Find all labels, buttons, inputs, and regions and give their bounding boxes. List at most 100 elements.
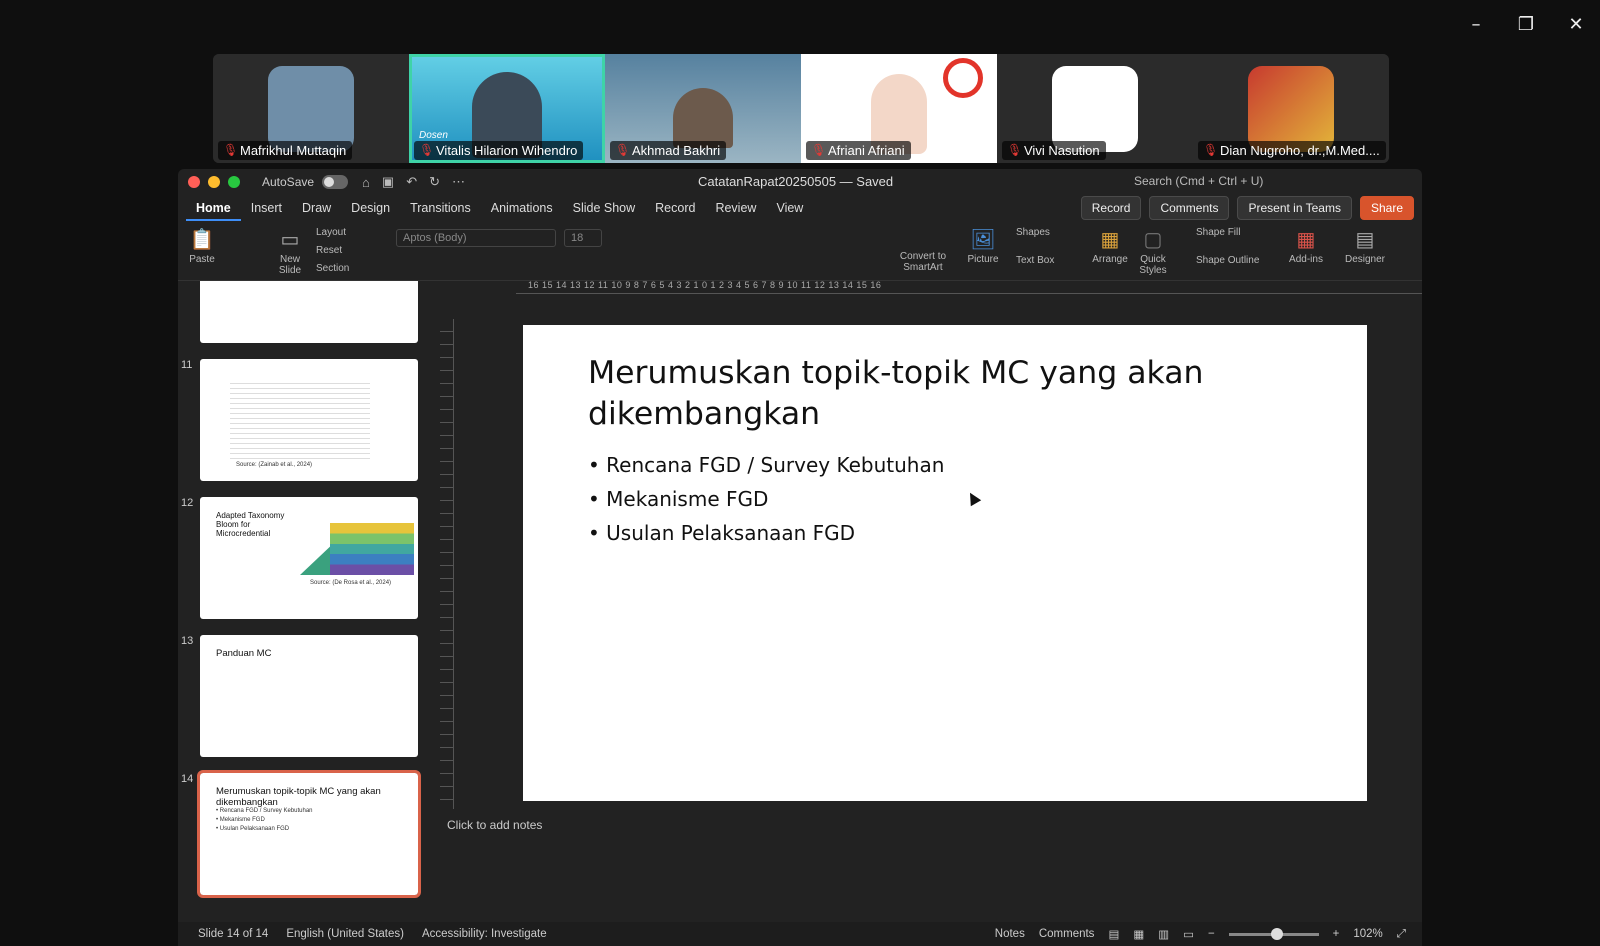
present-in-teams-button[interactable]: Present in Teams — [1237, 196, 1352, 220]
reset-button[interactable]: Reset — [316, 245, 342, 256]
share-button[interactable]: Share — [1359, 196, 1414, 220]
convert-smartart-button[interactable]: Convert to SmartArt — [898, 251, 948, 273]
quick-styles-label: Quick Styles — [1139, 254, 1167, 276]
slide-canvas[interactable]: Merumuskan topik-topik MC yang akan dike… — [523, 325, 1367, 801]
tab-record[interactable]: Record — [645, 195, 705, 221]
undo-icon[interactable]: ↶ — [406, 174, 417, 190]
tab-animations[interactable]: Animations — [481, 195, 563, 221]
participant-tile[interactable]: 🎙 Afriani Afriani — [801, 54, 997, 163]
quick-styles-icon: ▢ — [1143, 229, 1163, 251]
ribbon-home: 📋 Paste ▭ New Slide Layout Reset Section A… — [178, 221, 1422, 281]
slide-thumbnail[interactable]: Panduan MC — [200, 635, 418, 757]
mic-muted-icon: 🎙 — [419, 143, 435, 157]
status-right: Notes Comments ▤ ▦ ▥ ▭ − + 102% ⤢ — [995, 927, 1406, 941]
minimize-icon[interactable]: – — [1462, 10, 1490, 38]
notes-placeholder[interactable]: Click to add notes — [447, 818, 542, 832]
more-icon[interactable]: ⋯ — [452, 174, 465, 190]
shape-outline-button[interactable]: Shape Outline — [1196, 255, 1259, 266]
participant-tile[interactable]: 🎙 Akhmad Bakhri — [605, 54, 801, 163]
new-slide-button[interactable]: ▭ New Slide — [270, 227, 310, 276]
slide-title[interactable]: Merumuskan topik-topik MC yang akan dike… — [588, 353, 1308, 435]
normal-view-icon[interactable]: ▤ — [1108, 927, 1119, 941]
shape-outline-label: Shape Outline — [1196, 255, 1260, 266]
arrange-button[interactable]: ▦ Arrange — [1090, 227, 1130, 265]
shape-fill-button[interactable]: Shape Fill — [1196, 227, 1240, 238]
autosave-toggle[interactable] — [322, 175, 349, 189]
restore-icon[interactable]: ❐ — [1512, 10, 1540, 38]
designer-icon: ▤ — [1355, 229, 1375, 251]
slide-thumbnail-selected[interactable]: Merumuskan topik-topik MC yang akan dike… — [197, 770, 421, 898]
tab-review[interactable]: Review — [705, 195, 766, 221]
thumbnail-bullet: • Mekanisme FGD — [216, 817, 265, 823]
section-label: Section — [316, 263, 350, 274]
tab-insert[interactable]: Insert — [241, 195, 292, 221]
reading-view-icon[interactable]: ▥ — [1158, 927, 1169, 941]
participant-tile[interactable]: 🎙 Dian Nugroho, dr.,M.Med.... — [1193, 54, 1389, 163]
notes-button[interactable]: Notes — [995, 928, 1025, 940]
text-box-label: Text Box — [1016, 255, 1055, 266]
tab-home[interactable]: Home — [186, 195, 241, 221]
slide-thumbnail[interactable] — [200, 281, 418, 343]
slide-thumbnail[interactable]: Adapted Taxonomy Bloom for Microcredenti… — [200, 497, 418, 619]
thumbnail-bullet: • Usulan Pelaksanaan FGD — [216, 826, 290, 832]
save-icon[interactable]: ▣ — [382, 174, 394, 190]
slide-bullets[interactable]: Rencana FGD / Survey Kebutuhan Mekanisme… — [588, 453, 944, 555]
thumbnail-source: Source: (Zainab et al., 2024) — [236, 462, 313, 468]
record-button[interactable]: Record — [1080, 196, 1142, 220]
tab-view[interactable]: View — [766, 195, 813, 221]
zoom-slider[interactable] — [1228, 927, 1319, 940]
comments-status-button[interactable]: Comments — [1039, 928, 1095, 940]
horizontal-ruler: 16 15 14 13 12 11 10 9 8 7 6 5 4 3 2 1 0… — [516, 280, 1422, 294]
tab-slide-show[interactable]: Slide Show — [563, 195, 646, 221]
participant-name: Vitalis Hilarion Wihendro — [414, 141, 584, 160]
accessibility-indicator[interactable]: Accessibility: Investigate — [422, 928, 547, 940]
slide-thumbnail[interactable]: Source: (Zainab et al., 2024) — [200, 359, 418, 481]
zoom-window-icon[interactable] — [228, 176, 240, 188]
shapes-button[interactable]: Shapes — [1016, 227, 1050, 238]
slide-sorter-icon[interactable]: ▦ — [1133, 927, 1144, 941]
participant-tile[interactable]: Dosen 🎙 Vitalis Hilarion Wihendro — [409, 54, 605, 163]
status-bar: Slide 14 of 14 English (United States) A… — [178, 922, 1422, 946]
tab-draw[interactable]: Draw — [292, 195, 341, 221]
thumbnail-title: Merumuskan topik-topik MC yang akan dike… — [216, 786, 381, 808]
document-title[interactable]: CatatanRapat20250505 — Saved — [698, 174, 893, 189]
layout-button[interactable]: Layout — [316, 227, 346, 238]
close-window-icon[interactable] — [188, 176, 200, 188]
tab-design[interactable]: Design — [341, 195, 400, 221]
ribbon-actions: Record Comments Present in Teams Share — [1080, 196, 1414, 220]
mic-muted-icon: 🎙 — [223, 143, 239, 157]
zoom-level[interactable]: 102% — [1353, 928, 1382, 940]
slideshow-icon[interactable]: ▭ — [1183, 927, 1194, 941]
close-icon[interactable]: ✕ — [1562, 10, 1590, 38]
section-button[interactable]: Section — [316, 263, 349, 274]
designer-button[interactable]: ▤ Designer — [1343, 227, 1387, 265]
comments-button[interactable]: Comments — [1149, 196, 1230, 220]
avatar — [1248, 66, 1334, 152]
reset-label: Reset — [316, 245, 343, 256]
thumbnail-title: Adapted Taxonomy Bloom for Microcredenti… — [216, 511, 285, 539]
font-size-select[interactable]: 18 — [564, 229, 602, 247]
participant-tile[interactable]: 🎙 Vivi Nasution — [997, 54, 1193, 163]
zoom-out-icon[interactable]: − — [1208, 928, 1215, 940]
minimize-window-icon[interactable] — [208, 176, 220, 188]
slide-number: 13 — [181, 635, 194, 647]
shapes-label: Shapes — [1016, 227, 1050, 238]
pyramid-bands — [330, 523, 414, 575]
redo-icon[interactable]: ↻ — [429, 174, 440, 190]
quick-styles-button[interactable]: ▢ Quick Styles — [1136, 227, 1170, 276]
text-box-button[interactable]: Text Box — [1016, 255, 1054, 266]
zoom-in-icon[interactable]: + — [1333, 928, 1340, 940]
paste-button[interactable]: 📋 Paste — [186, 227, 218, 265]
title-bar: AutoSave ⌂ ▣ ↶ ↻ ⋯ CatatanRapat20250505 … — [178, 169, 1422, 195]
fit-slide-icon[interactable]: ⤢ — [1397, 928, 1406, 941]
language-indicator[interactable]: English (United States) — [286, 928, 404, 940]
mic-muted-icon: 🎙 — [1007, 143, 1023, 157]
add-ins-button[interactable]: ▦ Add-ins — [1286, 227, 1326, 265]
picture-button[interactable]: 🖼 Picture — [966, 227, 1000, 265]
tab-transitions[interactable]: Transitions — [400, 195, 481, 221]
home-icon[interactable]: ⌂ — [362, 175, 370, 190]
mic-muted-icon: 🎙 — [811, 143, 827, 157]
font-family-select[interactable]: Aptos (Body) — [396, 229, 556, 247]
participant-tile[interactable]: 🎙 Mafrikhul Muttaqin — [213, 54, 409, 163]
search-input[interactable]: Search (Cmd + Ctrl + U) — [1134, 174, 1263, 188]
